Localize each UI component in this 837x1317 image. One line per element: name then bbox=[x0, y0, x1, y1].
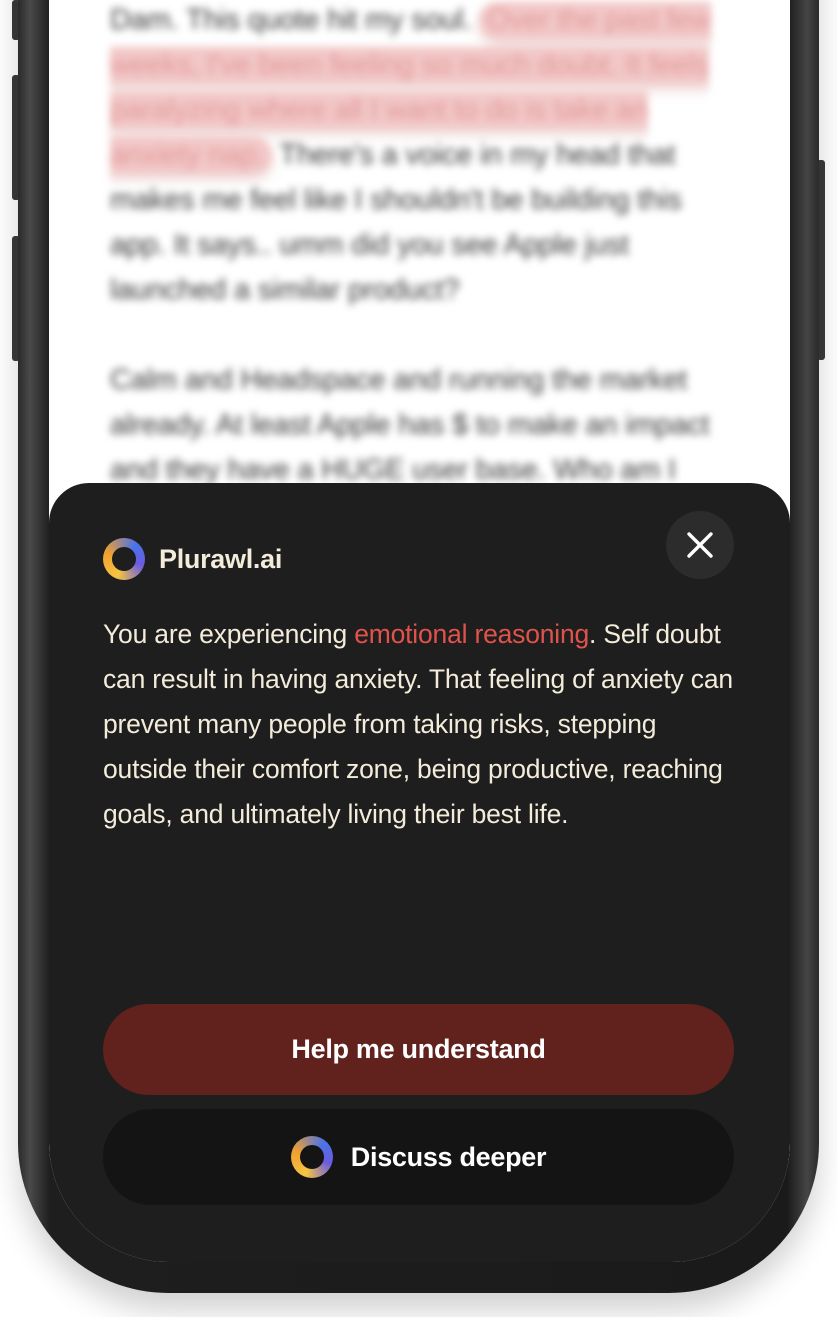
device-mockup: Dam. This quote hit my soul. Over the pa… bbox=[0, 0, 837, 1317]
insight-text: You are experiencing emotional reasoning… bbox=[103, 612, 733, 837]
brand-name: Plurawl.ai bbox=[159, 543, 283, 574]
journal-paragraph-1: Dam. This quote hit my soul. Over the pa… bbox=[110, 0, 730, 313]
plurawl-logo-icon bbox=[103, 538, 145, 580]
close-button[interactable] bbox=[666, 511, 734, 579]
phone-screen: Dam. This quote hit my soul. Over the pa… bbox=[49, 0, 790, 1262]
help-me-understand-label: Help me understand bbox=[291, 1034, 546, 1064]
close-icon bbox=[687, 532, 713, 558]
journal-text: Dam. This quote hit my soul. bbox=[110, 4, 472, 36]
insight-prefix: You are experiencing bbox=[103, 619, 355, 649]
cognitive-distortion-label: emotional reasoning bbox=[354, 619, 590, 649]
brand-header: Plurawl.ai bbox=[103, 537, 282, 581]
insight-bottom-sheet: Plurawl.ai You are experiencing emotiona… bbox=[49, 483, 790, 1262]
plurawl-logo-icon bbox=[290, 1136, 333, 1178]
discuss-deeper-label: Discuss deeper bbox=[350, 1141, 547, 1172]
discuss-deeper-button[interactable]: Discuss deeper bbox=[103, 1109, 734, 1205]
help-me-understand-button[interactable]: Help me understand bbox=[103, 1004, 734, 1095]
insight-body: . Self doubt can result in having anxiet… bbox=[103, 619, 733, 829]
